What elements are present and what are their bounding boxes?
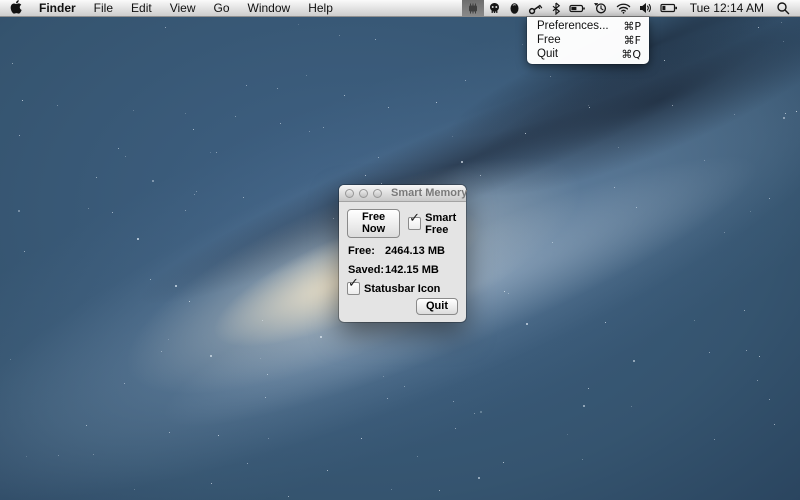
menu-go[interactable]: Go <box>205 0 239 17</box>
statusbar-icon-label: Statusbar Icon <box>364 283 440 295</box>
menu-help[interactable]: Help <box>299 0 342 17</box>
free-value: 2464.13 MB <box>385 245 445 257</box>
menu-item-shortcut: ⌘P <box>623 20 641 33</box>
close-button[interactable] <box>345 189 354 198</box>
menu-file[interactable]: File <box>85 0 122 17</box>
black-oval-icon[interactable] <box>505 0 524 17</box>
wifi-icon[interactable] <box>612 0 635 17</box>
free-stat-row: Free: 2464.13 MB <box>347 245 458 257</box>
checkmark-icon: ✓ <box>409 212 420 225</box>
window-titlebar[interactable]: Smart Memory <box>339 185 466 202</box>
menu-item-quit[interactable]: Quit ⌘Q <box>527 47 649 61</box>
quit-button[interactable]: Quit <box>416 298 458 315</box>
saved-label: Saved: <box>348 264 385 276</box>
statusbar-icon-checkbox[interactable]: ✓ Statusbar Icon <box>347 282 458 295</box>
smart-memory-window: Smart Memory Free Now ✓ Smart Free Free:… <box>339 185 466 322</box>
bluetooth-icon[interactable] <box>547 0 565 17</box>
window-title: Smart Memory <box>391 187 467 199</box>
smart-free-label: Smart Free <box>425 212 458 236</box>
volume-icon[interactable] <box>635 0 656 17</box>
saved-value: 142.15 MB <box>385 264 439 276</box>
menu-item-shortcut: ⌘Q <box>621 48 641 61</box>
key-icon[interactable] <box>524 0 547 17</box>
keyboard-battery-icon[interactable] <box>565 0 590 17</box>
zoom-button[interactable] <box>373 189 382 198</box>
menu-item-label: Free <box>537 34 561 46</box>
battery-icon[interactable] <box>656 0 682 17</box>
free-now-button[interactable]: Free Now <box>347 209 400 238</box>
menu-finder[interactable]: Finder <box>30 0 85 17</box>
minimize-button[interactable] <box>359 189 368 198</box>
checkbox-box[interactable]: ✓ <box>347 282 360 295</box>
skull-icon[interactable] <box>484 0 505 17</box>
menu-item-free[interactable]: Free ⌘F <box>527 33 649 47</box>
menu-window[interactable]: Window <box>239 0 300 17</box>
menu-view[interactable]: View <box>161 0 205 17</box>
menu-item-shortcut: ⌘F <box>624 34 641 47</box>
checkmark-icon: ✓ <box>348 277 359 290</box>
time-machine-icon[interactable] <box>590 0 612 17</box>
menu-item-preferences[interactable]: Preferences... ⌘P <box>527 19 649 33</box>
free-label: Free: <box>348 245 385 257</box>
menu-item-label: Preferences... <box>537 20 609 32</box>
menu-edit[interactable]: Edit <box>122 0 161 17</box>
smart-free-checkbox[interactable]: ✓ Smart Free <box>408 212 458 236</box>
status-dropdown-menu: Preferences... ⌘P Free ⌘F Quit ⌘Q <box>527 17 649 64</box>
smart-memory-status-icon[interactable] <box>462 0 484 17</box>
saved-stat-row: Saved: 142.15 MB <box>347 264 458 276</box>
apple-menu[interactable] <box>4 0 30 17</box>
desktop: Finder File Edit View Go Window Help <box>0 0 800 500</box>
menu-item-label: Quit <box>537 48 558 60</box>
menu-bar: Finder File Edit View Go Window Help <box>0 0 800 17</box>
menu-bar-clock[interactable]: Tue 12:14 AM <box>682 0 772 17</box>
apple-logo-icon <box>10 0 22 17</box>
spotlight-icon[interactable] <box>772 0 794 17</box>
checkbox-box[interactable]: ✓ <box>408 217 421 230</box>
